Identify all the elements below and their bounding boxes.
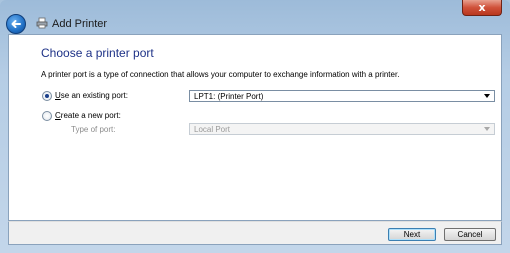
back-arrow-icon [11, 20, 21, 28]
window-frame: Add Printer x Choose a printer port A pr… [0, 0, 510, 253]
existing-port-radio[interactable] [42, 91, 52, 101]
printer-icon [36, 17, 48, 29]
existing-port-select[interactable]: LPT1: (Printer Port) [189, 90, 495, 102]
button-bar: Next Cancel [8, 221, 502, 245]
existing-port-value: LPT1: (Printer Port) [194, 92, 264, 101]
back-button[interactable] [6, 14, 26, 34]
port-type-label: Type of port: [71, 125, 116, 134]
close-button[interactable]: x [462, 0, 502, 16]
cancel-button[interactable]: Cancel [444, 228, 496, 241]
page-title: Choose a printer port [41, 46, 154, 60]
page-description: A printer port is a type of connection t… [41, 70, 400, 79]
new-port-label[interactable]: Create a new port: [55, 111, 121, 120]
port-type-select[interactable]: Local Port [189, 123, 495, 135]
existing-port-label[interactable]: Use an existing port: [55, 91, 128, 100]
window-title: Add Printer [52, 18, 108, 30]
wizard-content: Choose a printer port A printer port is … [8, 34, 502, 221]
dropdown-arrow-icon [484, 127, 490, 131]
port-type-value: Local Port [194, 125, 231, 134]
close-icon: x [478, 1, 486, 14]
title-bar: Add Printer x [0, 0, 510, 38]
new-port-radio[interactable] [42, 111, 52, 121]
next-button[interactable]: Next [388, 228, 436, 241]
dropdown-arrow-icon [484, 94, 490, 98]
